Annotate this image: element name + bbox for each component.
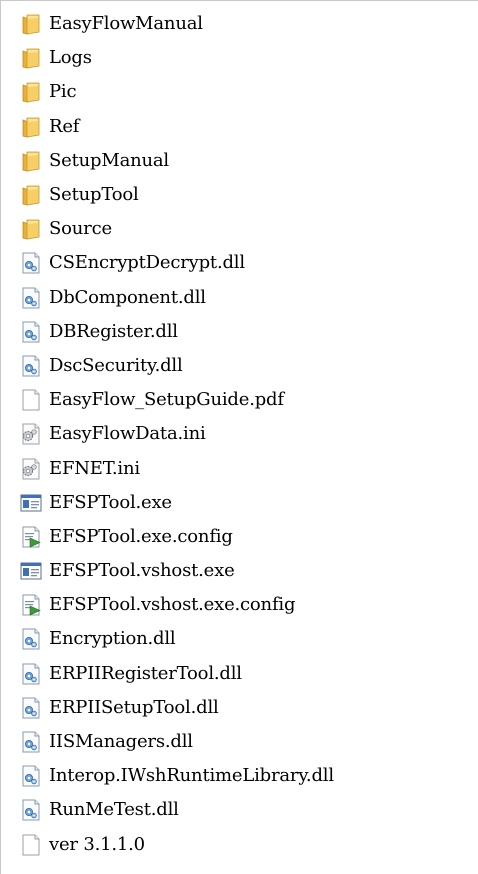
- item-name: EFSPTool.vshost.exe.config: [49, 594, 296, 616]
- item-name: Source: [49, 218, 112, 240]
- dll-file-icon: [19, 798, 43, 822]
- item-name: Interop.IWshRuntimeLibrary.dll: [49, 765, 334, 787]
- file-item[interactable]: ERPIISetupTool.dll: [19, 691, 478, 725]
- item-name: DbComponent.dll: [49, 286, 206, 308]
- item-name: Encryption.dll: [49, 628, 176, 650]
- item-name: SetupTool: [49, 184, 139, 206]
- folder-icon: [19, 12, 43, 36]
- ini-file-icon: [19, 457, 43, 481]
- folder-icon: [19, 217, 43, 241]
- item-name: EFNET.ini: [49, 457, 140, 479]
- exe-file-icon: [19, 559, 43, 583]
- folder-icon: [19, 149, 43, 173]
- item-name: Logs: [49, 47, 92, 69]
- item-name: RunMeTest.dll: [49, 799, 179, 821]
- dll-file-icon: [19, 627, 43, 651]
- folder-icon: [19, 183, 43, 207]
- blank-file-icon: [19, 833, 43, 857]
- file-item[interactable]: EFSPTool.exe: [19, 486, 478, 520]
- item-name: SetupManual: [49, 149, 169, 171]
- dll-file-icon: [19, 662, 43, 686]
- dll-file-icon: [19, 320, 43, 344]
- file-list: EasyFlowManual Logs Pic Ref SetupManual Setup…: [19, 7, 478, 862]
- file-item[interactable]: EasyFlow_SetupGuide.pdf: [19, 383, 478, 417]
- file-item[interactable]: EFNET.ini: [19, 451, 478, 485]
- item-name: EasyFlowManual: [49, 13, 203, 35]
- file-item[interactable]: DBRegister.dll: [19, 315, 478, 349]
- config-file-icon: [19, 525, 43, 549]
- exe-file-icon: [19, 491, 43, 515]
- folder-item[interactable]: SetupManual: [19, 144, 478, 178]
- dll-file-icon: [19, 730, 43, 754]
- file-item[interactable]: Encryption.dll: [19, 622, 478, 656]
- folder-item[interactable]: Source: [19, 212, 478, 246]
- item-name: ver 3.1.1.0: [49, 833, 145, 855]
- item-name: EFSPTool.exe: [49, 491, 172, 513]
- file-list-pane: EasyFlowManual Logs Pic Ref SetupManual Setup…: [0, 0, 478, 874]
- folder-item[interactable]: EasyFlowManual: [19, 7, 478, 41]
- folder-icon: [19, 80, 43, 104]
- item-name: EasyFlow_SetupGuide.pdf: [49, 389, 284, 411]
- item-name: ERPIISetupTool.dll: [49, 696, 219, 718]
- ini-file-icon: [19, 422, 43, 446]
- item-name: DBRegister.dll: [49, 320, 178, 342]
- config-file-icon: [19, 593, 43, 617]
- dll-file-icon: [19, 251, 43, 275]
- file-item[interactable]: EFSPTool.vshost.exe: [19, 554, 478, 588]
- item-name: IISManagers.dll: [49, 731, 193, 753]
- dll-file-icon: [19, 696, 43, 720]
- file-item[interactable]: EasyFlowData.ini: [19, 417, 478, 451]
- dll-file-icon: [19, 764, 43, 788]
- pane-top-border: [1, 0, 478, 1]
- item-name: Ref: [49, 115, 80, 137]
- file-item[interactable]: DbComponent.dll: [19, 281, 478, 315]
- file-item[interactable]: EFSPTool.vshost.exe.config: [19, 588, 478, 622]
- file-item[interactable]: ver 3.1.1.0: [19, 828, 478, 862]
- item-name: CSEncryptDecrypt.dll: [49, 252, 245, 274]
- dll-file-icon: [19, 354, 43, 378]
- file-item[interactable]: IISManagers.dll: [19, 725, 478, 759]
- blank-file-icon: [19, 388, 43, 412]
- item-name: DscSecurity.dll: [49, 354, 183, 376]
- item-name: EasyFlowData.ini: [49, 423, 206, 445]
- file-item[interactable]: ERPIIRegisterTool.dll: [19, 657, 478, 691]
- folder-icon: [19, 46, 43, 70]
- dll-file-icon: [19, 286, 43, 310]
- file-item[interactable]: RunMeTest.dll: [19, 793, 478, 827]
- folder-item[interactable]: Ref: [19, 110, 478, 144]
- item-name: ERPIIRegisterTool.dll: [49, 662, 242, 684]
- folder-item[interactable]: Logs: [19, 41, 478, 75]
- folder-item[interactable]: SetupTool: [19, 178, 478, 212]
- file-item[interactable]: CSEncryptDecrypt.dll: [19, 246, 478, 280]
- item-name: EFSPTool.exe.config: [49, 525, 233, 547]
- item-name: EFSPTool.vshost.exe: [49, 560, 235, 582]
- folder-icon: [19, 115, 43, 139]
- file-item[interactable]: EFSPTool.exe.config: [19, 520, 478, 554]
- folder-item[interactable]: Pic: [19, 75, 478, 109]
- file-item[interactable]: DscSecurity.dll: [19, 349, 478, 383]
- file-item[interactable]: Interop.IWshRuntimeLibrary.dll: [19, 759, 478, 793]
- item-name: Pic: [49, 81, 77, 103]
